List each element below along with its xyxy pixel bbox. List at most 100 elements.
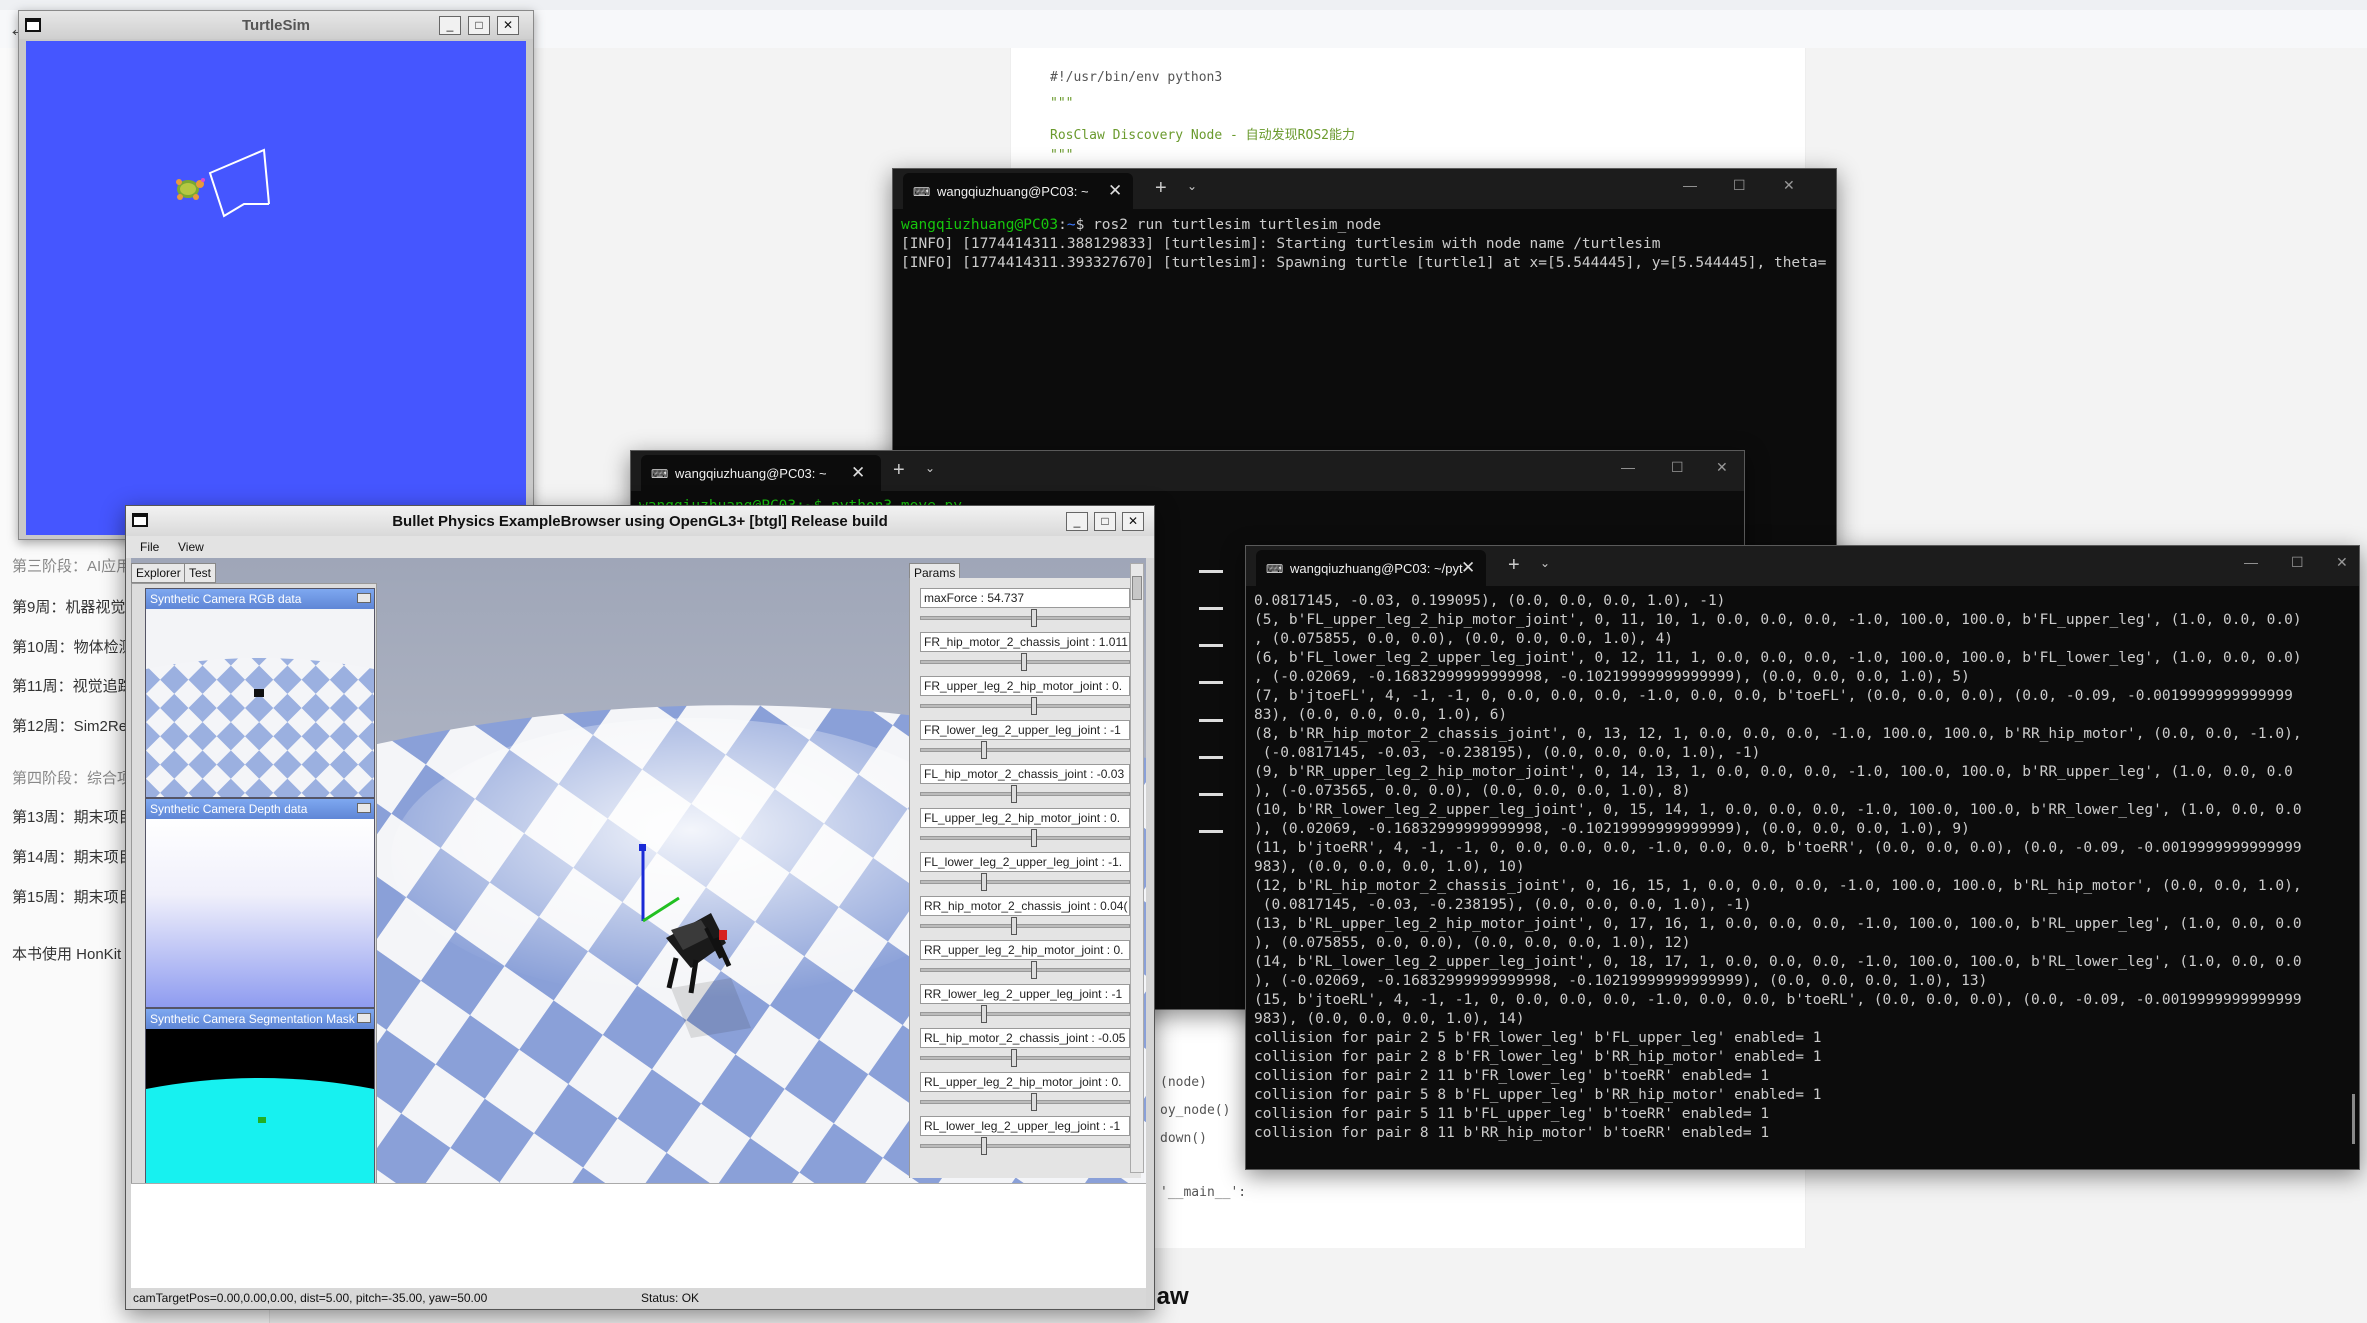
terminal-tab[interactable]: ⌨ wangqiuzhuang@PC03: ~/pyt ✕	[1256, 550, 1486, 586]
terminal-scrollbar[interactable]	[2352, 1094, 2355, 1144]
new-tab-button[interactable]: +	[893, 459, 905, 482]
tab-explorer[interactable]: Explorer	[131, 563, 186, 583]
panel-minimize-button[interactable]	[357, 1013, 371, 1023]
sidebar-item[interactable]: 第11周：视觉追踪	[12, 675, 133, 696]
tab-dropdown-icon[interactable]: ⌄	[925, 461, 935, 475]
tab-close-icon[interactable]: ✕	[1108, 181, 1122, 201]
param-slider[interactable]	[920, 741, 1130, 759]
maximize-button[interactable]: ☐	[2291, 554, 2304, 571]
output-line: collision for pair 2 11 b'FR_lower_leg' …	[1254, 1068, 1770, 1084]
terminal-tabbar: ⌨ wangqiuzhuang@PC03: ~ ✕ + ⌄ — ☐ ✕	[631, 451, 1744, 491]
tab-close-icon[interactable]: ✕	[851, 463, 865, 483]
sidebar-item[interactable]: 本书使用 HonKit 发	[12, 943, 140, 964]
slider-knob[interactable]	[981, 1005, 987, 1023]
output-line: (7, b'jtoeFL', 4, -1, -1, 0, 0.0, 0.0, 0…	[1254, 688, 2293, 704]
terminal-output[interactable]: 0.0817145, -0.03, 0.199095), (0.0, 0.0, …	[1254, 592, 2351, 1169]
output-line: , (-0.02069, -0.16832999999999998, -0.10…	[1254, 669, 1970, 685]
maximize-button[interactable]: ☐	[1733, 177, 1746, 194]
param-slider[interactable]	[920, 1137, 1130, 1155]
slider-knob[interactable]	[1021, 653, 1027, 671]
window-titlebar[interactable]: TurtleSim _ □ ✕	[19, 11, 533, 39]
param-label: FR_lower_leg_2_upper_leg_joint : -1	[920, 720, 1130, 740]
close-button[interactable]: ✕	[2336, 554, 2348, 571]
scrollbar-thumb[interactable]	[1132, 576, 1142, 600]
param-label: FL_hip_motor_2_chassis_joint : -0.03	[920, 764, 1130, 784]
sidebar-item[interactable]: 第15周：期末项目	[12, 886, 134, 907]
turtle-icon	[176, 178, 205, 200]
param-slider[interactable]	[920, 961, 1130, 979]
param-slider[interactable]	[920, 1093, 1130, 1111]
param-label: RL_lower_leg_2_upper_leg_joint : -1	[920, 1116, 1130, 1136]
terminal-tabbar: ⌨ wangqiuzhuang@PC03: ~/pyt ✕ + ⌄ — ☐ ✕	[1246, 546, 2359, 586]
tab-close-icon[interactable]: ✕	[1461, 558, 1475, 578]
slider-knob[interactable]	[1011, 1049, 1017, 1067]
sidebar-item[interactable]: 第12周：Sim2Rea	[12, 715, 135, 736]
params-scrollbar[interactable]	[1130, 563, 1144, 1173]
param-slider[interactable]	[920, 697, 1130, 715]
code-line: """	[1050, 96, 1074, 111]
tab-test[interactable]: Test	[184, 563, 217, 583]
output-line: (9, b'RR_upper_leg_2_hip_motor_joint', 0…	[1254, 764, 2293, 780]
window-titlebar[interactable]: Bullet Physics ExampleBrowser using Open…	[126, 506, 1154, 536]
slider-knob[interactable]	[1031, 829, 1037, 847]
param-slider[interactable]	[920, 1049, 1130, 1067]
minimize-button[interactable]: —	[1683, 177, 1697, 193]
maximize-button[interactable]: ☐	[1671, 459, 1684, 476]
terminal-tab[interactable]: ⌨ wangqiuzhuang@PC03: ~ ✕	[903, 173, 1133, 209]
close-button[interactable]: ✕	[1122, 512, 1144, 531]
sidebar-item[interactable]: 第9周：机器视觉基	[12, 596, 140, 617]
slider-knob[interactable]	[1031, 609, 1037, 627]
minimize-button[interactable]: —	[1621, 459, 1635, 475]
slider-knob[interactable]	[1031, 697, 1037, 715]
console-area	[131, 1183, 1146, 1288]
panel-minimize-button[interactable]	[357, 803, 371, 813]
param-slider[interactable]	[920, 785, 1130, 803]
output-line: 83), (0.0, 0.0, 0.0, 1.0), 6)	[1254, 707, 1508, 723]
log-line: [INFO] [1774414311.393327670] [turtlesim…	[901, 255, 1828, 271]
menu-view[interactable]: View	[178, 540, 204, 554]
output-line: ), (0.075855, 0.0, 0.0), (0.0, 0.0, 0.0,…	[1254, 935, 1691, 951]
param-label: RL_upper_leg_2_hip_motor_joint : 0.	[920, 1072, 1130, 1092]
new-tab-button[interactable]: +	[1508, 554, 1520, 577]
minimize-button[interactable]: —	[2244, 554, 2258, 570]
new-tab-button[interactable]: +	[1155, 177, 1167, 200]
param-slider[interactable]	[920, 1005, 1130, 1023]
slider-knob[interactable]	[981, 873, 987, 891]
minimize-button[interactable]: _	[1066, 512, 1088, 531]
output-line: (10, b'RR_lower_leg_2_upper_leg_joint', …	[1254, 802, 2302, 818]
close-button[interactable]: ✕	[1783, 177, 1795, 194]
panel-minimize-button[interactable]	[357, 593, 371, 603]
param-slider[interactable]	[920, 653, 1130, 671]
sidebar-item[interactable]: 第13周：期末项目	[12, 806, 134, 827]
output-line: collision for pair 5 8 b'FL_upper_leg' b…	[1254, 1087, 1822, 1103]
param-slider[interactable]	[920, 917, 1130, 935]
camera-status: camTargetPos=0.00,0.00,0.00, dist=5.00, …	[133, 1291, 488, 1305]
slider-knob[interactable]	[981, 741, 987, 759]
terminal-tab[interactable]: ⌨ wangqiuzhuang@PC03: ~ ✕	[641, 455, 881, 491]
menu-file[interactable]: File	[140, 540, 159, 554]
sidebar-section-header: 第四阶段：综合项	[12, 770, 133, 787]
close-button[interactable]: ✕	[1716, 459, 1728, 476]
tab-dropdown-icon[interactable]: ⌄	[1540, 556, 1550, 570]
tab-dropdown-icon[interactable]: ⌄	[1187, 179, 1197, 193]
output-line: (14, b'RL_lower_leg_2_upper_leg_joint', …	[1254, 954, 2302, 970]
3d-viewport[interactable]: Explorer Test Synthetic Camera RGB data	[131, 558, 1146, 1183]
param-slider[interactable]	[920, 873, 1130, 891]
output-line: ), (0.02069, -0.16832999999999998, -0.10…	[1254, 821, 1970, 837]
code-line: (node)	[1160, 1075, 1207, 1090]
slider-knob[interactable]	[981, 1137, 987, 1155]
minimize-button[interactable]: _	[439, 16, 461, 35]
sidebar-item[interactable]: 第10周：物体检测	[12, 636, 134, 657]
sidebar-item[interactable]: 第14周：期末项目	[12, 846, 134, 867]
panel-title: Synthetic Camera RGB data	[146, 589, 374, 609]
slider-knob[interactable]	[1031, 1093, 1037, 1111]
close-button[interactable]: ✕	[497, 16, 519, 35]
param-slider[interactable]	[920, 829, 1130, 847]
slider-knob[interactable]	[1011, 785, 1017, 803]
slider-knob[interactable]	[1031, 961, 1037, 979]
maximize-button[interactable]: □	[468, 16, 490, 35]
slider-knob[interactable]	[1011, 917, 1017, 935]
param-slider[interactable]	[920, 609, 1130, 627]
param-label: maxForce : 54.737	[920, 588, 1130, 608]
maximize-button[interactable]: □	[1094, 512, 1116, 531]
